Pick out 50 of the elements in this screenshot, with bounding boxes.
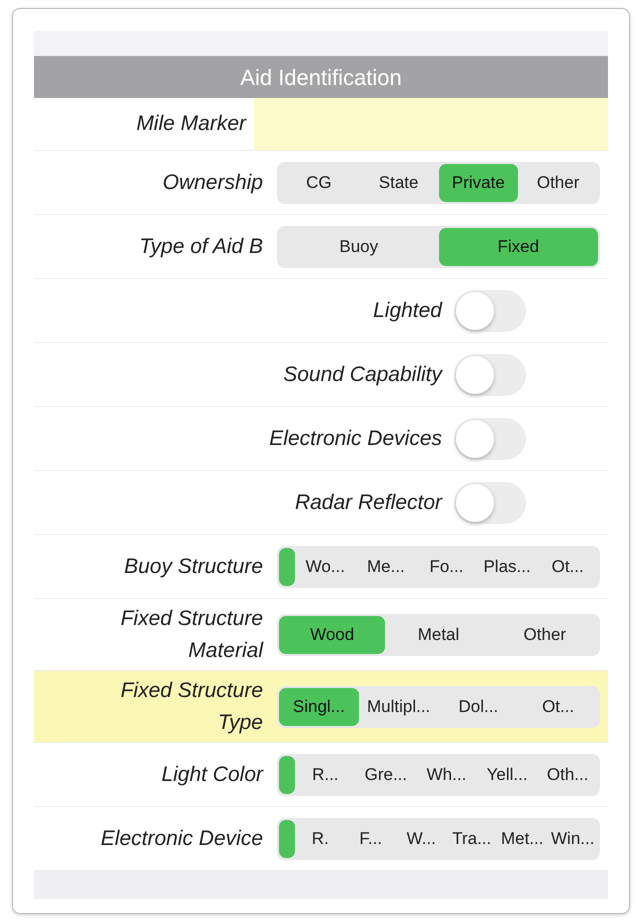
toggle-switch[interactable] <box>454 482 526 524</box>
segment[interactable]: Dol... <box>438 688 518 726</box>
segment[interactable]: Me... <box>356 548 416 586</box>
segment[interactable]: Ot... <box>518 688 598 726</box>
toggle-switch[interactable] <box>454 354 526 396</box>
segment[interactable]: Plas... <box>476 548 538 586</box>
segment[interactable]: R. <box>295 820 346 858</box>
field-label: Radar Reflector <box>294 490 442 516</box>
segment[interactable] <box>279 820 295 858</box>
field-label: Electronic Device <box>100 826 263 852</box>
segment[interactable]: Metal <box>385 616 492 654</box>
segment[interactable]: Ot... <box>537 548 598 586</box>
field-label: Type of Aid B <box>139 234 263 260</box>
segment[interactable] <box>279 548 295 586</box>
segment[interactable]: Wh... <box>416 756 477 794</box>
segment[interactable]: Yell... <box>476 756 538 794</box>
segment[interactable]: W... <box>396 820 446 858</box>
field-label: Fixed Structure Material <box>120 606 263 664</box>
segment[interactable] <box>279 756 295 794</box>
field-label: Electronic Devices <box>269 426 442 452</box>
segment[interactable]: Wood <box>279 616 386 654</box>
field-label: Light Color <box>161 762 263 788</box>
segment[interactable]: Met... <box>497 820 548 858</box>
segment[interactable]: Gre... <box>356 756 416 794</box>
field-label: Ownership <box>162 170 263 196</box>
segment[interactable]: Buoy <box>279 228 438 266</box>
field-label: Fixed Structure Type <box>120 678 263 736</box>
segment[interactable]: Oth... <box>537 756 598 794</box>
field-label: Lighted <box>373 298 442 324</box>
section-header: Aid Identification <box>34 56 608 98</box>
segment[interactable]: Tra... <box>446 820 497 858</box>
segment[interactable]: Fixed <box>438 228 598 266</box>
segment[interactable]: State <box>358 164 438 202</box>
segment[interactable]: R... <box>295 756 356 794</box>
segment[interactable]: Other <box>492 616 598 654</box>
segment[interactable]: Fo... <box>416 548 477 586</box>
field-label: Sound Capability <box>283 362 442 388</box>
toggle-switch[interactable] <box>454 290 526 332</box>
segment[interactable]: F... <box>346 820 396 858</box>
segment[interactable]: CG <box>279 164 359 202</box>
segment[interactable]: Wo... <box>295 548 356 586</box>
text-field[interactable] <box>254 98 608 150</box>
segment[interactable]: Singl... <box>279 688 359 726</box>
segment[interactable]: Win... <box>548 820 598 858</box>
segment[interactable]: Private <box>438 164 518 202</box>
field-label: Buoy Structure <box>124 554 263 580</box>
field-label: Mile Marker <box>136 111 246 138</box>
segment[interactable]: Multipl... <box>358 688 438 726</box>
toggle-switch[interactable] <box>454 418 526 460</box>
segment[interactable]: Other <box>518 164 598 202</box>
